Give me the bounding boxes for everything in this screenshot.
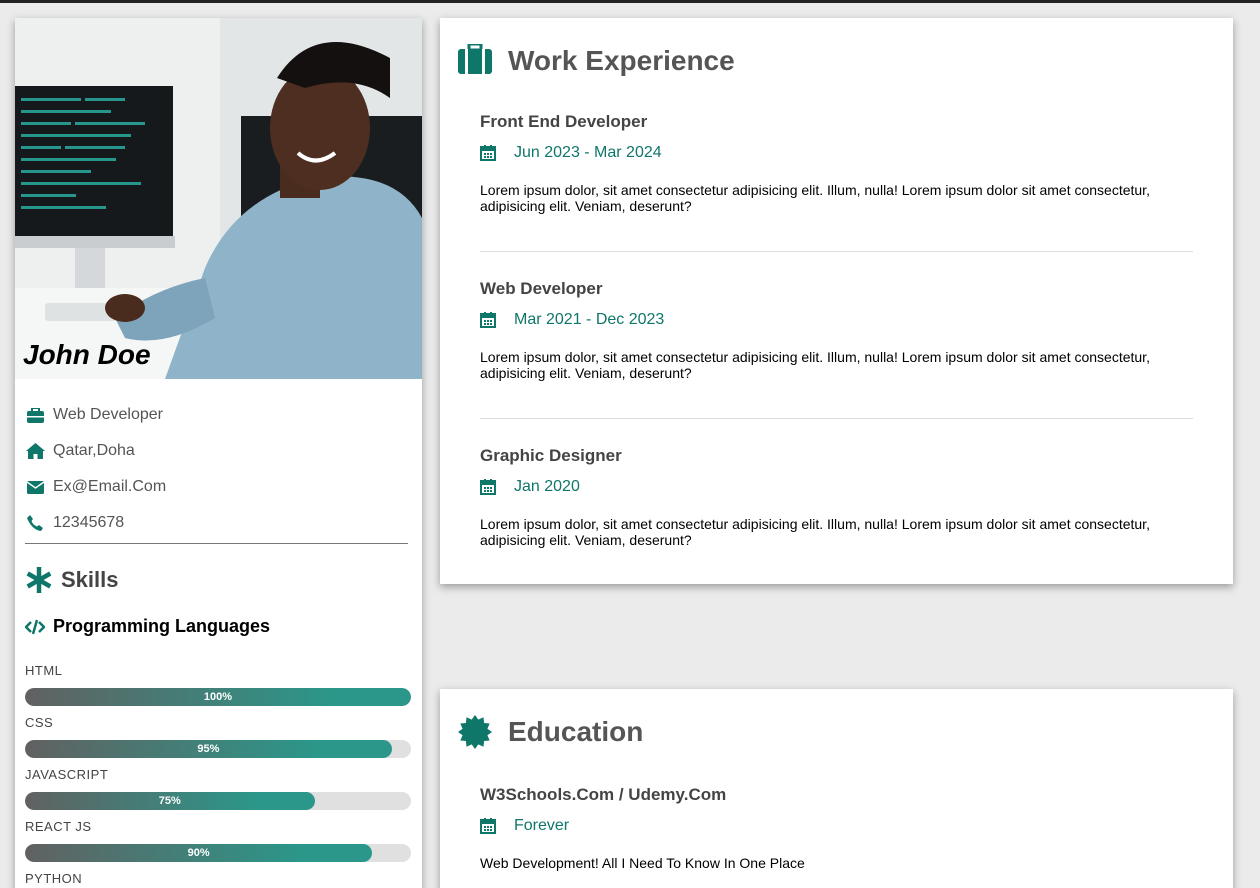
skills-heading: Skills: [15, 544, 422, 594]
work-entry-description: Lorem ipsum dolor, sit amet consectetur …: [480, 349, 1150, 381]
work-entry: Graphic Designer Jan 2020 Lorem ipsum do…: [480, 446, 1193, 548]
skill-bar-fill: 75%: [25, 792, 315, 810]
info-email-text: Ex@Email.Com: [53, 478, 167, 495]
profile-card: John Doe Web Developer Qatar,Doha Ex@Ema…: [15, 18, 422, 888]
work-entry-title: Front End Developer: [480, 112, 648, 131]
skill-html: HTML 100%: [25, 663, 411, 706]
info-row-phone: 12345678: [25, 505, 412, 541]
education-entry-description: Web Development! All I Need To Know In O…: [480, 855, 805, 871]
work-entry-description: Lorem ipsum dolor, sit amet consectetur …: [480, 516, 1150, 548]
work-entry-date-text: Mar 2021 - Dec 2023: [514, 311, 665, 328]
work-entry: Web Developer Mar 2021 - Dec 2023 Lorem …: [480, 279, 1193, 381]
work-entry-date: Mar 2021 - Dec 2023: [480, 311, 1193, 329]
skill-name: HTML: [25, 663, 63, 678]
phone-icon: [25, 513, 45, 533]
work-entry-description: Lorem ipsum dolor, sit amet consectetur …: [480, 182, 1150, 214]
info-row-job: Web Developer: [25, 397, 412, 433]
education-card: Education W3Schools.Com / Udemy.Com Fore…: [440, 689, 1233, 888]
info-job-text: Web Developer: [53, 406, 163, 423]
skill-react: REACT JS 90%: [25, 819, 411, 862]
skill-bar-fill: 90%: [25, 844, 373, 862]
work-entry-title: Graphic Designer: [480, 446, 622, 465]
work-entry-date: Jun 2023 - Mar 2024: [480, 144, 1193, 162]
skill-name: PYTHON: [25, 871, 83, 886]
certificate-icon: [458, 715, 492, 749]
briefcase-icon: [25, 405, 45, 425]
education-heading: Education: [440, 689, 1233, 749]
work-entry-date: Jan 2020: [480, 478, 1193, 496]
calendar-icon: [480, 145, 496, 161]
info-phone-text: 12345678: [53, 514, 125, 531]
envelope-icon: [25, 477, 45, 497]
calendar-icon: [480, 312, 496, 328]
calendar-icon: [480, 818, 496, 834]
education-entry-date-text: Forever: [514, 817, 570, 834]
work-entry-title: Web Developer: [480, 279, 603, 298]
skill-css: CSS 95%: [25, 715, 411, 758]
work-experience-card: Work Experience Front End Developer Jun …: [440, 18, 1233, 584]
skill-name: JAVASCRIPT: [25, 767, 109, 782]
education-entry-date: Forever: [480, 817, 1193, 835]
work-entry-date-text: Jan 2020: [514, 478, 580, 495]
skill-name: REACT JS: [25, 819, 92, 834]
education-entry-title: W3Schools.Com / Udemy.Com: [480, 785, 727, 804]
entry-divider: [480, 251, 1193, 252]
skill-python: PYTHON: [25, 871, 411, 887]
work-entry-date-text: Jun 2023 - Mar 2024: [514, 144, 662, 161]
skill-bar: 90%: [25, 844, 411, 862]
programming-languages-heading: Programming Languages: [15, 594, 422, 637]
asterisk-icon: [25, 566, 53, 594]
calendar-icon: [480, 479, 496, 495]
code-icon: [24, 619, 46, 635]
skill-name: CSS: [25, 715, 54, 730]
contact-info: Web Developer Qatar,Doha Ex@Email.Com 12…: [15, 379, 422, 541]
skill-bar-fill: 95%: [25, 740, 392, 758]
education-title: Education: [508, 716, 644, 747]
info-location-text: Qatar,Doha: [53, 442, 135, 459]
suitcase-icon: [458, 42, 492, 78]
skill-bar: 75%: [25, 792, 411, 810]
window-top-edge: [0, 0, 1260, 3]
skill-javascript: JAVASCRIPT 75%: [25, 767, 411, 810]
education-entry: W3Schools.Com / Udemy.Com Forever Web De…: [480, 785, 1193, 871]
skill-bar: 100%: [25, 688, 411, 706]
profile-name: John Doe: [23, 339, 151, 370]
info-row-location: Qatar,Doha: [25, 433, 412, 469]
skill-list: HTML 100% CSS 95% JAVASCRIPT 75% REACT J…: [15, 637, 422, 887]
skills-title: Skills: [61, 567, 119, 592]
profile-photo: John Doe: [15, 18, 422, 379]
entry-divider: [480, 418, 1193, 419]
work-entry: Front End Developer Jun 2023 - Mar 2024 …: [480, 112, 1193, 214]
home-icon: [25, 441, 45, 461]
skill-bar-fill: 100%: [25, 688, 411, 706]
info-row-email: Ex@Email.Com: [25, 469, 412, 505]
programming-languages-title: Programming Languages: [53, 616, 271, 636]
work-experience-title: Work Experience: [508, 45, 735, 76]
profile-photo-illustration: [15, 18, 422, 379]
work-experience-heading: Work Experience: [440, 18, 1233, 78]
skill-bar: 95%: [25, 740, 411, 758]
